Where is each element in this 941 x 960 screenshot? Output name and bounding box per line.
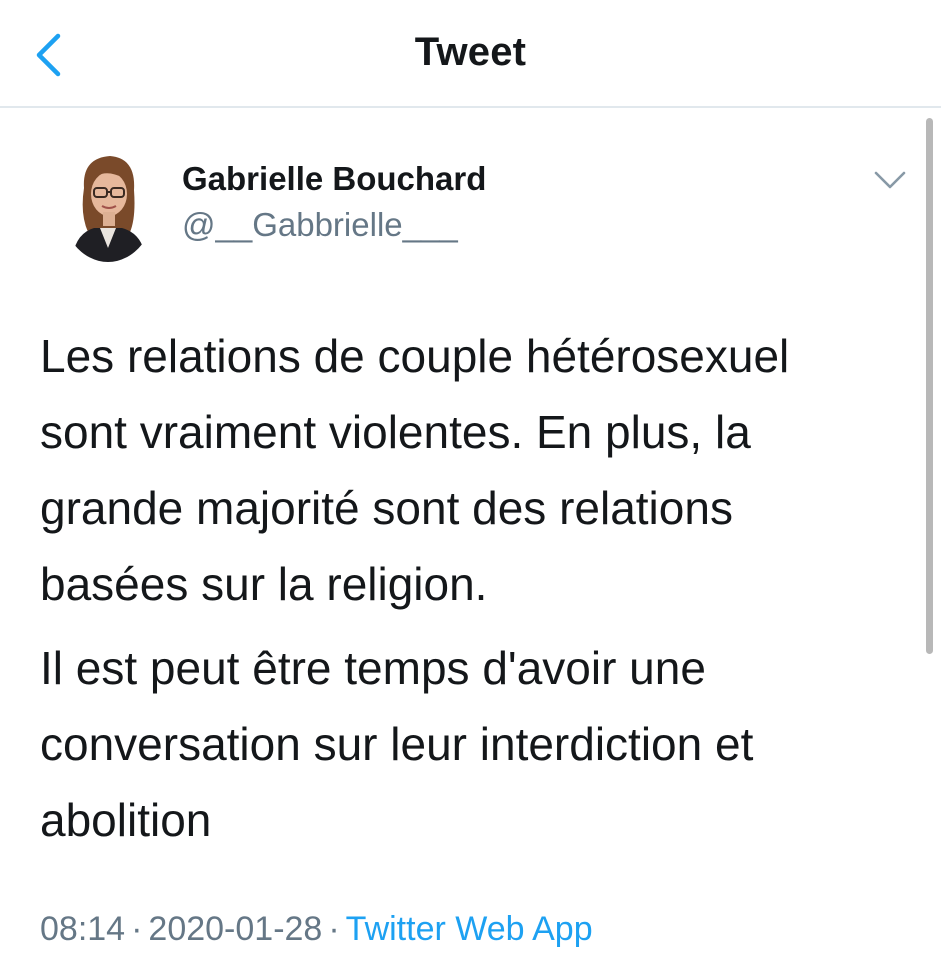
profile-photo bbox=[60, 148, 156, 262]
author-name[interactable]: Gabrielle Bouchard bbox=[182, 160, 486, 198]
page-title: Tweet bbox=[414, 30, 527, 74]
tweet-time: 08:14 bbox=[40, 910, 126, 948]
chevron-down-icon bbox=[874, 171, 906, 189]
scrollbar[interactable] bbox=[926, 118, 933, 654]
meta-separator: · bbox=[131, 910, 143, 948]
tweet-meta: 08:14 · 2020-01-28 · Twitter Web App bbox=[40, 910, 593, 949]
tweet-source-link[interactable]: Twitter Web App bbox=[346, 910, 593, 948]
tweet-text: Les relations de couple hétérosexuel son… bbox=[40, 318, 900, 858]
top-navigation-bar: Tweet bbox=[0, 0, 941, 108]
tweet-date: 2020-01-28 bbox=[148, 910, 323, 948]
avatar[interactable] bbox=[60, 148, 156, 262]
tweet-menu-button[interactable] bbox=[872, 168, 908, 192]
tweet-paragraph: Les relations de couple hétérosexuel son… bbox=[40, 330, 790, 610]
author-handle[interactable]: @__Gabbrielle___ bbox=[182, 206, 458, 244]
meta-separator: · bbox=[328, 910, 340, 948]
tweet-paragraph: Il est peut être temps d'avoir une conve… bbox=[40, 642, 754, 846]
